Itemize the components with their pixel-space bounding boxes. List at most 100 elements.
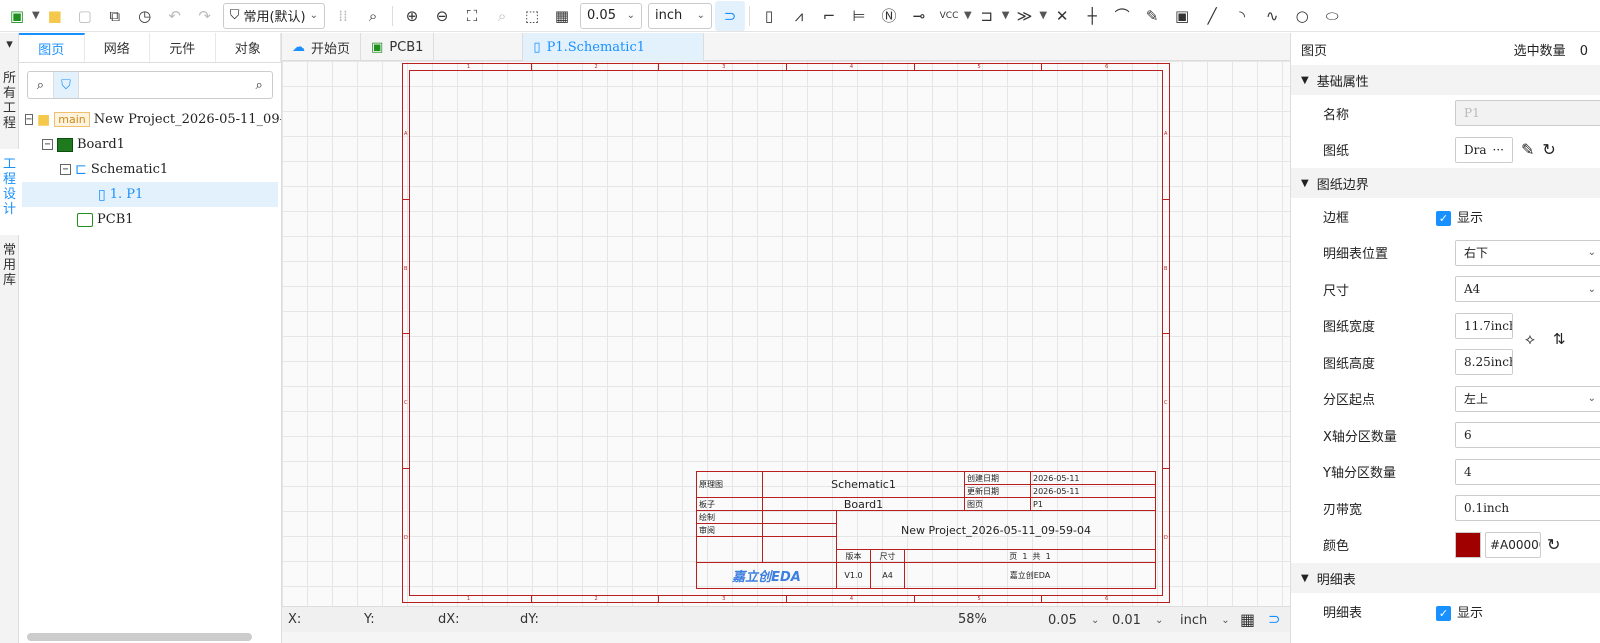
frame-checkbox[interactable]: ✓ 显示	[1436, 207, 1483, 226]
ellipse-icon[interactable]: ⬭	[1317, 1, 1347, 31]
collapse-icon[interactable]: −	[42, 139, 53, 150]
rail-common-library[interactable]: 常用库	[0, 235, 19, 305]
link-size-icon[interactable]: ⟡	[1525, 330, 1535, 348]
tab-p1-schematic[interactable]: ▯ P1.Schematic1	[522, 33, 705, 61]
grid-toggle-icon[interactable]: ▦	[547, 1, 577, 31]
collapse-icon[interactable]: −	[25, 114, 34, 125]
edit-icon[interactable]: ✎	[1521, 140, 1534, 159]
unit-select[interactable]: inch ⌄	[648, 2, 713, 29]
save-all-icon[interactable]: ⧉	[100, 1, 130, 31]
net-flag-icon[interactable]: ⊐	[972, 1, 1002, 31]
tree-search-input[interactable]	[79, 73, 247, 97]
image-icon[interactable]: ▣	[1167, 1, 1197, 31]
open-folder-icon[interactable]: ■	[40, 1, 70, 31]
bus-entry-icon[interactable]: ≫	[1009, 1, 1039, 31]
tree-search: ⌕ ⛉ ⌕	[27, 71, 273, 99]
table-checkbox[interactable]: ✓ 显示	[1436, 602, 1483, 621]
y-zones-input[interactable]: 4	[1455, 458, 1600, 485]
rail-project-design[interactable]: 工程设计	[0, 149, 19, 235]
more-icon[interactable]: ···	[1493, 143, 1504, 157]
height-input[interactable]: 8.25inch	[1455, 349, 1513, 376]
pin-panel-icon[interactable]: ▾	[0, 33, 19, 63]
zoom-selection-icon[interactable]: ⌕	[487, 1, 517, 31]
probe-icon[interactable]: ✎	[1137, 1, 1167, 31]
net-port-icon[interactable]: ⊸	[904, 1, 934, 31]
drawing-input[interactable]: Dra ···	[1455, 136, 1513, 163]
zoom-out-icon[interactable]: ⊖	[427, 1, 457, 31]
tab-components[interactable]: 元件	[150, 33, 216, 62]
schematic-canvas[interactable]: 112233445566AABBCCDD 原理图 Schematic1 创建日期…	[282, 61, 1290, 606]
new-file-icon[interactable]: ▣	[2, 1, 32, 31]
width-input[interactable]: 11.7inch	[1455, 312, 1513, 339]
size-select[interactable]: A4 ⌄	[1455, 276, 1600, 303]
tab-objects[interactable]: 对象	[216, 33, 281, 62]
vcc-icon[interactable]: VCC	[934, 1, 964, 31]
section-basic[interactable]: ▼ 基础属性	[1291, 65, 1600, 95]
band-input[interactable]: 0.1inch	[1455, 495, 1600, 522]
find-icon[interactable]: ⌕	[358, 1, 388, 31]
zoom-in-icon[interactable]: ⊕	[397, 1, 427, 31]
snap-icon[interactable]: ⊃	[715, 0, 746, 31]
search-icon[interactable]: ⌕	[28, 72, 54, 98]
net-label-icon[interactable]: Ⓝ	[874, 1, 904, 31]
status-grid-select[interactable]: 0.05 ⌄	[1048, 610, 1099, 630]
tree-item-schematic[interactable]: − ⊏ Schematic1	[19, 157, 281, 182]
zone-origin-select[interactable]: 左上 ⌄	[1455, 385, 1600, 412]
swap-size-icon[interactable]: ⇅	[1553, 330, 1566, 348]
resistor-icon[interactable]: ⩘	[784, 1, 814, 31]
rail-all-projects[interactable]: 所有工程	[0, 63, 19, 149]
wire-icon[interactable]: ⌐	[814, 1, 844, 31]
status-snap-select[interactable]: 0.01 ⌄	[1112, 610, 1163, 630]
select-grid-icon[interactable]: ⁞⁞	[328, 1, 358, 31]
save-icon[interactable]: ▢	[70, 1, 100, 31]
color-input[interactable]: #A00000	[1485, 531, 1541, 558]
snap-toggle-icon[interactable]: ⊃	[1268, 610, 1281, 628]
tree-item-page[interactable]: ▯ 1. P1	[22, 182, 278, 207]
search-submit-icon[interactable]: ⌕	[246, 72, 272, 98]
collapse-icon[interactable]: −	[60, 164, 71, 175]
bezier-icon[interactable]: ∿	[1257, 1, 1287, 31]
flag-dropdown-icon[interactable]: ▼	[1002, 10, 1010, 21]
bus-entry-dropdown-icon[interactable]: ▼	[1039, 10, 1047, 21]
tab-pcb1[interactable]: ▣ PCB1	[361, 33, 435, 61]
table-position-select[interactable]: 右下 ⌄	[1455, 239, 1600, 266]
undo-icon[interactable]: ↶	[160, 1, 190, 31]
line-icon[interactable]: ╱	[1197, 1, 1227, 31]
refresh-icon[interactable]: ↻	[1542, 140, 1555, 159]
no-connect-icon[interactable]: ✕	[1047, 1, 1077, 31]
tab-pages[interactable]: 图页	[19, 33, 85, 62]
status-zoom[interactable]: 58%	[958, 612, 987, 627]
toolbar-divider	[749, 5, 751, 26]
horizontal-scrollbar[interactable]	[27, 633, 252, 641]
grid-toggle-icon[interactable]: ▦	[1240, 610, 1255, 629]
x-zones-input[interactable]: 6	[1455, 422, 1600, 449]
arc-icon[interactable]: ◝	[1227, 1, 1257, 31]
tree-item-project[interactable]: − ■ main New Project_2026-05-11_09-59-04	[19, 107, 281, 132]
tab-nets[interactable]: 网络	[85, 33, 150, 62]
grid-size-select[interactable]: 0.05 ⌄	[580, 2, 643, 29]
vcc-dropdown-icon[interactable]: ▼	[964, 10, 972, 21]
status-unit-select[interactable]: inch ⌄	[1180, 610, 1230, 630]
view-mode-select[interactable]: ⛉ 常用(默认) ⌄	[222, 2, 326, 29]
pin-icon[interactable]: ⌒	[1107, 1, 1137, 31]
redo-icon[interactable]: ↷	[190, 1, 220, 31]
section-table[interactable]: ▼ 明细表	[1291, 563, 1600, 593]
zoom-area-icon[interactable]: ⬚	[517, 1, 547, 31]
bus-icon[interactable]: ⊨	[844, 1, 874, 31]
component-icon[interactable]: ▯	[754, 1, 784, 31]
history-icon[interactable]: ◷	[130, 1, 160, 31]
filter-icon[interactable]: ⛉	[53, 72, 80, 98]
tree-item-pcb[interactable]: PCB1	[19, 207, 281, 232]
fit-all-icon[interactable]: ⛶	[457, 1, 487, 31]
junction-icon[interactable]: ┼	[1077, 1, 1107, 31]
section-border[interactable]: ▼ 图纸边界	[1291, 168, 1600, 198]
color-swatch[interactable]	[1455, 531, 1481, 558]
name-input[interactable]: P1	[1455, 100, 1600, 127]
tree-item-board[interactable]: − Board1	[19, 132, 281, 157]
zone-row-label: B	[1164, 265, 1168, 272]
reset-color-icon[interactable]: ↻	[1547, 535, 1560, 554]
circle-icon[interactable]: ○	[1287, 1, 1317, 31]
canvas-hscroll[interactable]	[282, 632, 1290, 643]
tab-start-page[interactable]: ☁ 开始页	[282, 33, 362, 61]
new-dropdown-icon[interactable]: ▼	[32, 10, 40, 21]
